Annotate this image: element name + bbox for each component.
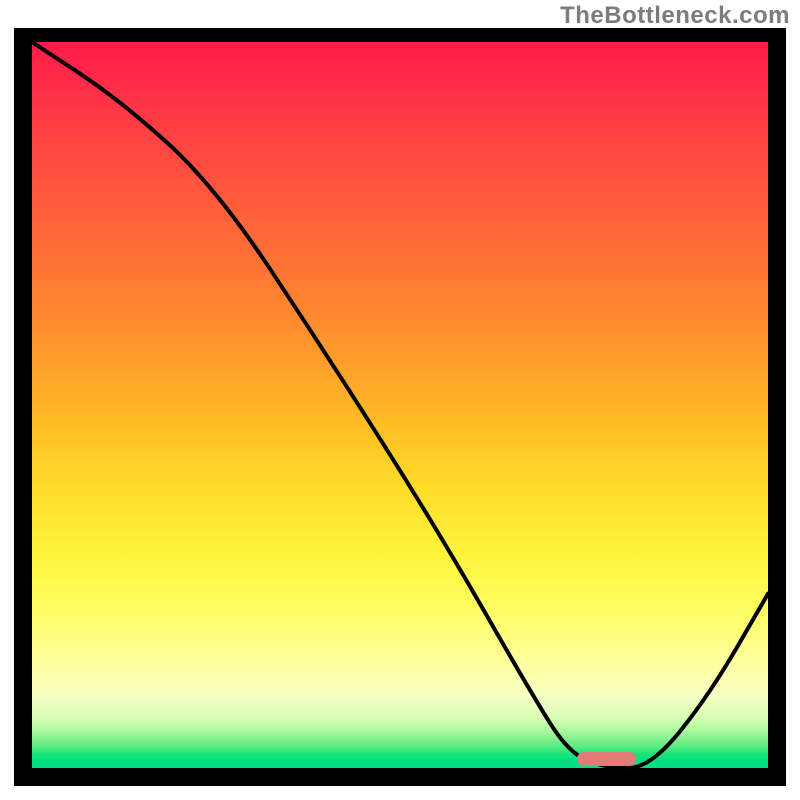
optimal-range-marker: [577, 752, 636, 766]
plot-area: [32, 42, 768, 768]
bottleneck-curve: [32, 42, 768, 768]
chart-container: TheBottleneck.com: [0, 0, 800, 800]
watermark-text: TheBottleneck.com: [560, 2, 790, 30]
plot-border: [14, 28, 786, 786]
